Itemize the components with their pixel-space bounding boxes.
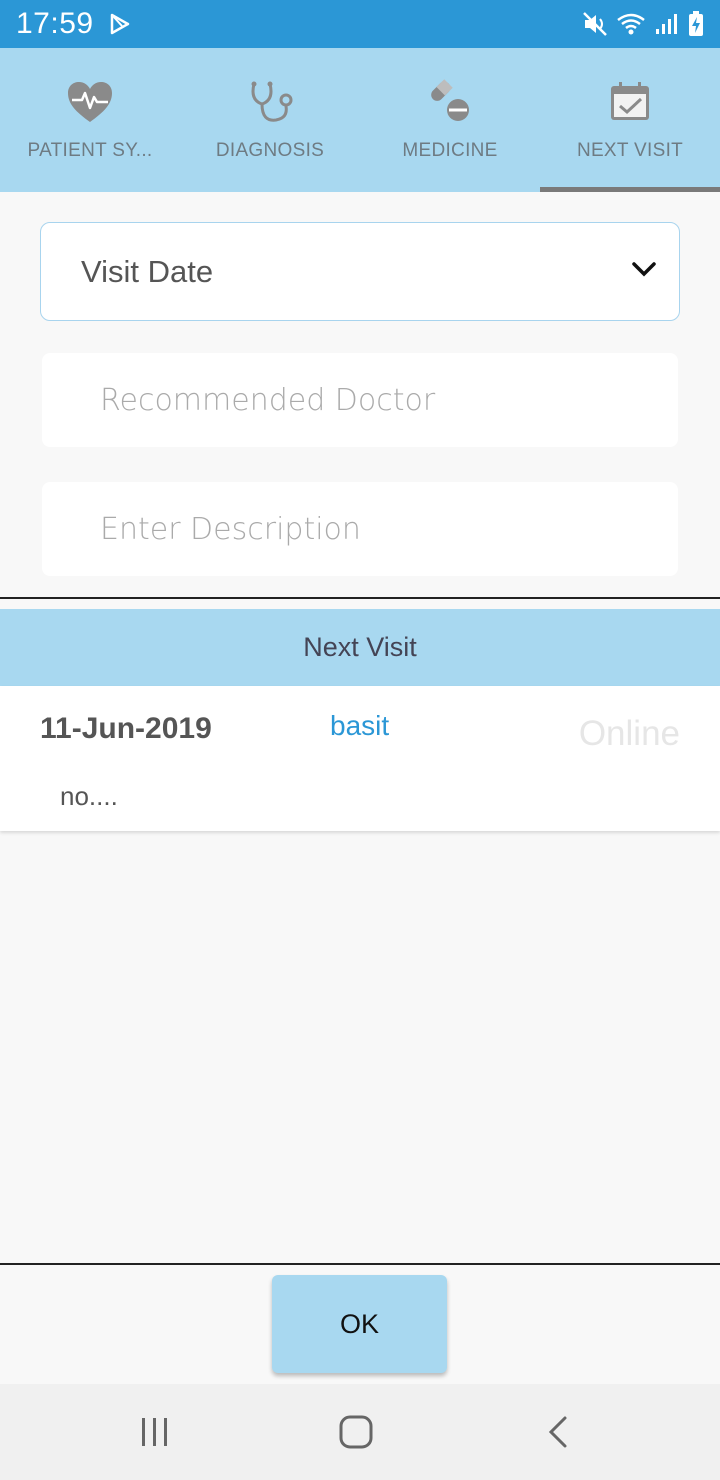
- tab-label: NEXT VISIT: [576, 140, 684, 161]
- divider: [0, 597, 720, 599]
- signal-icon: [654, 12, 680, 36]
- description-field-container: [42, 482, 678, 576]
- active-tab-indicator: [540, 187, 720, 192]
- visit-doctor: basit: [330, 710, 390, 741]
- tab-label: MEDICINE: [402, 140, 498, 161]
- heart-pulse-icon: [66, 78, 114, 126]
- visit-date: 11-Jun-2019: [40, 712, 212, 745]
- visit-status: Online: [578, 714, 680, 753]
- wifi-icon: [616, 12, 646, 36]
- tab-diagnosis[interactable]: DIAGNOSIS: [180, 48, 360, 192]
- tab-label: DIAGNOSIS: [215, 140, 325, 161]
- status-time: 17:59: [16, 7, 94, 40]
- status-icons: [582, 11, 704, 37]
- back-icon[interactable]: [498, 1384, 618, 1480]
- section-header: Next Visit: [0, 609, 720, 686]
- divider: [0, 1263, 720, 1265]
- battery-charging-icon: [688, 11, 704, 37]
- calendar-check-icon: [606, 78, 654, 126]
- tab-patient-symptoms[interactable]: PATIENT SY...: [0, 48, 180, 192]
- tab-medicine[interactable]: MEDICINE: [360, 48, 540, 192]
- visit-date-dropdown[interactable]: Visit Date: [40, 222, 680, 321]
- visit-description: no....: [60, 781, 118, 811]
- recommended-doctor-input[interactable]: [100, 382, 678, 418]
- pills-icon: [426, 78, 474, 126]
- tab-next-visit[interactable]: NEXT VISIT: [540, 48, 720, 192]
- chevron-down-icon: [631, 261, 657, 282]
- status-bar: 17:59: [0, 0, 720, 48]
- tab-label: PATIENT SY...: [27, 140, 153, 161]
- mute-icon: [582, 11, 608, 37]
- visit-list-item[interactable]: 11-Jun-2019 basit Online no....: [0, 686, 720, 831]
- doctor-field-container: [42, 353, 678, 447]
- section-title: Next Visit: [303, 632, 417, 662]
- ok-button[interactable]: OK: [272, 1275, 447, 1373]
- recent-apps-icon[interactable]: [95, 1384, 215, 1480]
- navigation-bar: [0, 1384, 720, 1480]
- tab-bar: PATIENT SY... DIAGNOSIS MEDICINE NEXT VI…: [0, 48, 720, 192]
- play-store-icon: [110, 13, 132, 35]
- description-input[interactable]: [100, 511, 678, 547]
- visit-date-label: Visit Date: [81, 253, 214, 289]
- home-icon[interactable]: [296, 1384, 416, 1480]
- stethoscope-icon: [246, 78, 294, 126]
